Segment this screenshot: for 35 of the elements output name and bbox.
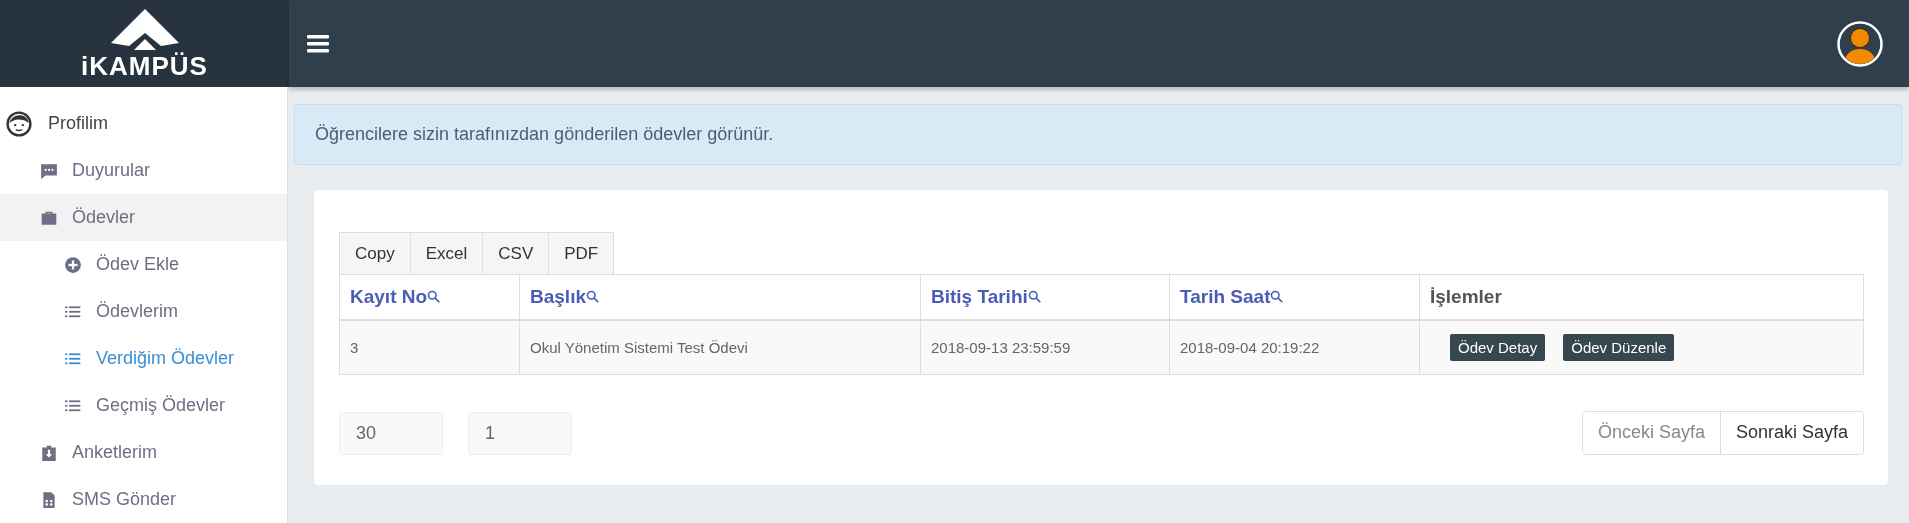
info-message: Öğrencilere sizin tarafınızdan gönderilen ödevler görünür. — [294, 104, 1902, 165]
clipboard-icon — [40, 443, 58, 462]
sidebar-item[interactable]: Ödevlerim — [0, 288, 287, 335]
plus-circle-icon — [64, 255, 82, 274]
export-button[interactable]: Excel — [409, 232, 484, 274]
sidebar-item[interactable]: Anketlerim — [0, 429, 287, 476]
sim-card-icon — [40, 490, 58, 509]
chat-icon — [40, 161, 58, 180]
page-size-field[interactable]: 30 — [339, 411, 443, 455]
action-button[interactable]: Ödev Düzenle — [1563, 334, 1675, 361]
search-icon — [427, 290, 442, 304]
sidebar-item[interactable]: Profilim — [0, 100, 287, 147]
table-cell: Okul Yönetim Sistemi Test Ödevi — [519, 320, 921, 375]
page-button[interactable]: Sonraki Sayfa — [1719, 412, 1863, 454]
action-button[interactable]: Ödev Detay — [1450, 334, 1546, 361]
avatar-icon[interactable] — [1837, 20, 1883, 67]
sidebar-item[interactable]: SMS Gönder — [0, 476, 287, 523]
sidebar-item[interactable]: Ödev Ekle — [0, 241, 287, 288]
logo-text: iKAMPÜS — [81, 52, 208, 79]
sidebar-item[interactable]: Geçmiş Ödevler — [0, 382, 287, 429]
search-icon — [1270, 290, 1285, 304]
sidebar-item[interactable]: Ödevler — [0, 194, 287, 241]
menu-icon[interactable] — [307, 33, 329, 54]
table-cell: 2018-09-13 23:59:59 — [920, 320, 1170, 375]
export-button[interactable]: PDF — [548, 232, 615, 274]
sidebar-item[interactable]: Verdiğim Ödevler — [0, 335, 287, 382]
search-icon — [586, 290, 600, 304]
face-icon — [6, 110, 32, 137]
sidebar-item[interactable]: Duyurular — [0, 147, 287, 194]
table-cell: 2018-09-04 20:19:22 — [1169, 320, 1420, 375]
search-icon — [1027, 290, 1042, 304]
export-button[interactable]: Copy — [339, 232, 411, 274]
export-button[interactable]: CSV — [482, 232, 550, 274]
table-cell: 3 — [339, 320, 520, 375]
page-number-field[interactable]: 1 — [468, 411, 572, 455]
